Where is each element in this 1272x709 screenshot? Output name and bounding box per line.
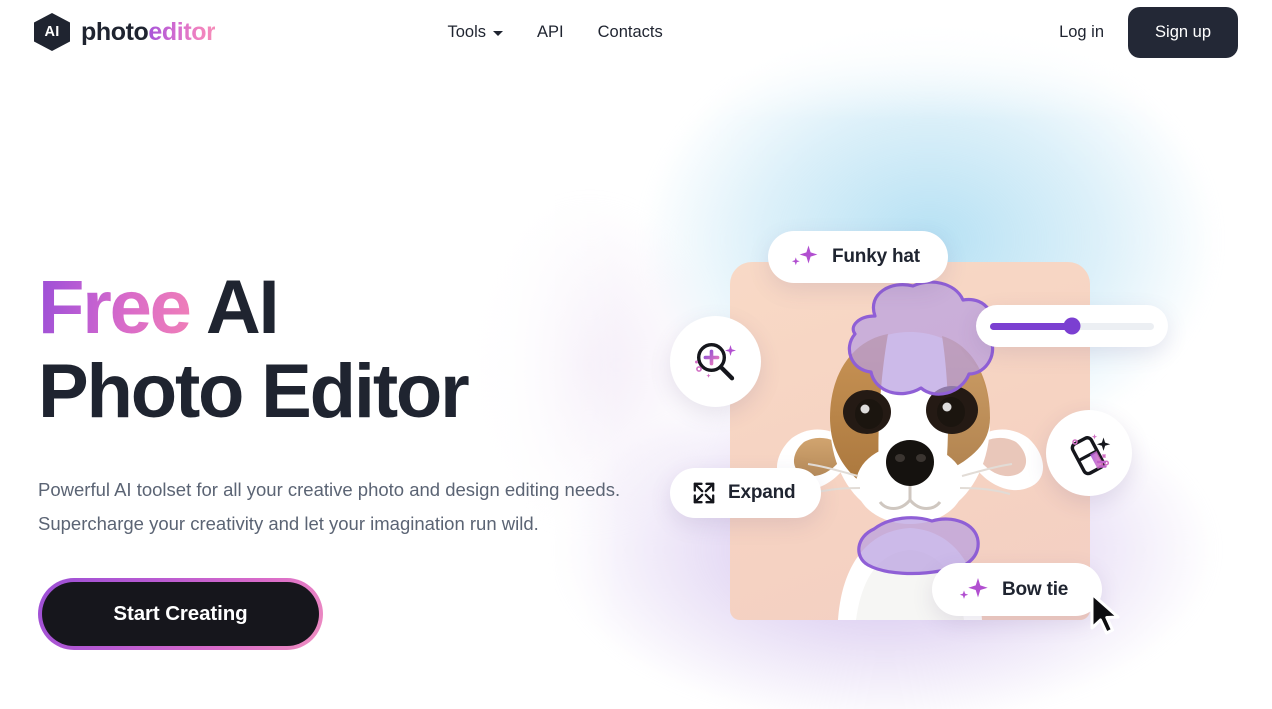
site-header: AI photo editor Tools API Contacts Log i… xyxy=(0,0,1272,64)
nav-label-contacts: Contacts xyxy=(597,22,663,41)
hero-copy: Free AI Photo Editor Powerful AI toolset… xyxy=(38,266,658,650)
slider-fill xyxy=(990,322,1072,330)
mouse-pointer-icon xyxy=(1090,592,1120,635)
intensity-slider[interactable] xyxy=(976,305,1168,347)
start-creating-button-border: Start Creating xyxy=(38,578,323,650)
hero-subtitle: Powerful AI toolset for all your creativ… xyxy=(38,479,621,534)
nav-label-tools: Tools xyxy=(447,22,486,41)
nav-item-tools[interactable]: Tools xyxy=(447,23,503,42)
landing-page: AI photo editor Tools API Contacts Log i… xyxy=(0,0,1272,709)
chip-label-expand: Expand xyxy=(728,482,796,503)
sparkle-icon xyxy=(791,245,818,266)
zoom-enhance-tool[interactable] xyxy=(670,316,761,407)
page-title: Free AI Photo Editor xyxy=(38,266,658,434)
headline-word-free: Free xyxy=(38,265,192,350)
sparkle-icon xyxy=(959,577,988,599)
auth-actions: Log in Sign up xyxy=(1059,6,1238,58)
logo-mark-text: AI xyxy=(44,24,60,40)
headline-word-ai: AI xyxy=(189,265,280,350)
magic-eraser-icon xyxy=(1070,434,1111,476)
headline-line-two: Photo Editor xyxy=(38,349,470,434)
brand-word-photo: photo xyxy=(81,17,149,46)
start-creating-button[interactable]: Start Creating xyxy=(42,582,319,646)
chip-funky-hat[interactable]: Funky hat xyxy=(768,231,948,283)
main-navigation: Tools API Contacts xyxy=(447,23,662,42)
hat-selection-blob[interactable] xyxy=(835,278,1000,403)
expand-arrows-icon xyxy=(693,482,715,504)
magic-eraser-tool[interactable] xyxy=(1046,410,1132,496)
chip-bow-tie[interactable]: Bow tie xyxy=(932,563,1103,616)
slider-track[interactable] xyxy=(990,317,1154,335)
chevron-down-icon xyxy=(493,31,503,36)
hexagon-logo-icon: AI xyxy=(34,13,70,51)
nav-item-api[interactable]: API xyxy=(537,23,564,42)
chip-label-funky-hat: Funky hat xyxy=(832,246,920,267)
slider-thumb[interactable] xyxy=(1063,317,1081,335)
login-link[interactable]: Log in xyxy=(1059,23,1104,42)
signup-button[interactable]: Sign up xyxy=(1128,6,1238,58)
brand-word-editor: editor xyxy=(148,17,216,46)
chip-label-bow-tie: Bow tie xyxy=(1002,578,1069,600)
magnifier-plus-icon xyxy=(694,342,736,380)
nav-label-api: API xyxy=(537,22,564,41)
nav-item-contacts[interactable]: Contacts xyxy=(598,23,663,42)
chip-expand[interactable]: Expand xyxy=(670,468,822,518)
brand-wordmark: photo editor xyxy=(81,17,216,47)
brand-logo[interactable]: AI photo editor xyxy=(34,13,216,51)
